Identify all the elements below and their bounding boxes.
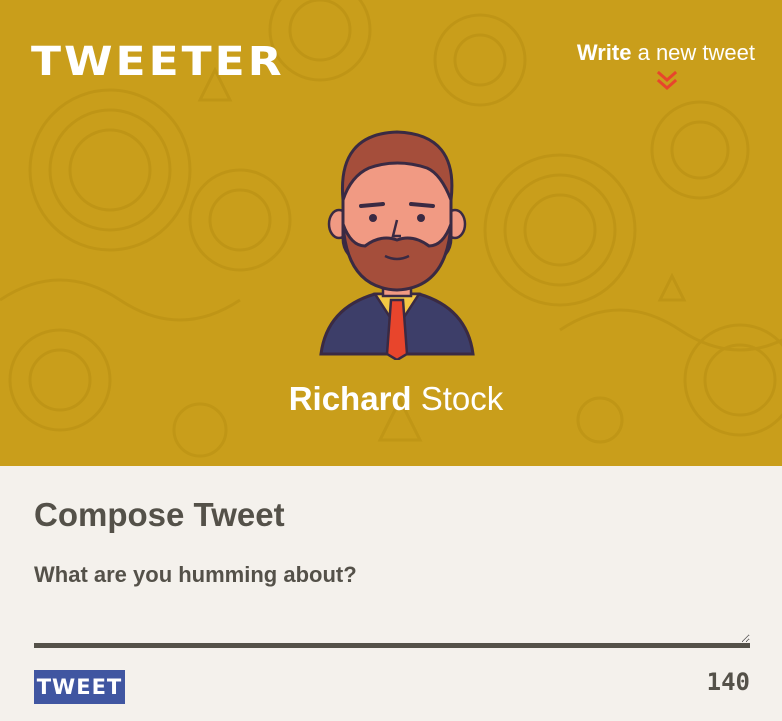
write-new-tweet-link[interactable]: Write a new tweet [577,40,755,66]
character-counter: 140 [706,668,750,696]
user-full-name: Richard Stock [0,380,782,418]
app-logo[interactable]: TWEETER [31,42,285,82]
double-chevron-down-icon[interactable] [655,70,679,94]
user-last-name: Stock [420,380,504,417]
user-first-name: Richard [288,380,412,417]
tweet-textarea[interactable] [34,562,750,648]
tweet-submit-button[interactable]: TWEET [34,670,125,704]
write-link-light: a new tweet [637,40,755,65]
user-avatar-icon [319,130,475,360]
compose-title: Compose Tweet [34,496,285,533]
write-link-strong: Write [576,40,632,65]
profile-header: TWEETER Write a new tweet Richard Stock [0,0,782,466]
